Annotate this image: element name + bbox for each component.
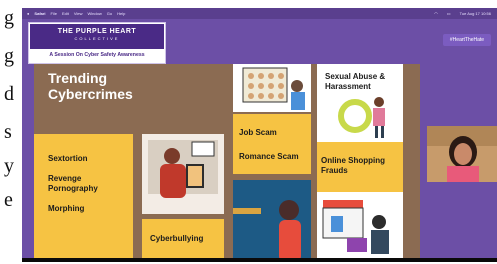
hashtag-badge: #HeartTheHate: [443, 34, 491, 46]
romance-illustration: [233, 180, 311, 262]
strip-char: d: [4, 83, 14, 105]
banner-title: THE PURPLE HEART: [57, 28, 137, 35]
banner-session-text: A Session On Cyber Safety Awareness: [30, 50, 164, 61]
bottom-bar: [22, 258, 497, 262]
menu-item[interactable]: Safari: [34, 11, 45, 16]
menu-item[interactable]: Go: [107, 11, 112, 16]
strip-char: s: [4, 121, 12, 143]
strip-char: g: [4, 45, 14, 67]
webcam-video[interactable]: [427, 126, 497, 182]
shopping-illustration: [317, 192, 403, 262]
banner-logo: THE PURPLE HEART COLLECTIVE: [30, 24, 164, 49]
card-text: Online Shopping Frauds: [321, 156, 385, 175]
screen: ● Safari File Edit View Window Go Help ◠…: [22, 8, 497, 262]
card-text: Revenge Pornography: [48, 174, 98, 193]
card-text: Sextortion: [48, 154, 88, 163]
card-sextortion: Sextortion Revenge Pornography Morphing: [34, 134, 133, 262]
card-text: Job Scam: [239, 128, 277, 137]
card-text: Sexual Abuse & Harassment: [325, 72, 386, 91]
menu-item[interactable]: Help: [117, 11, 125, 16]
slide: Trending Cybercrimes Sextortion Revenge …: [34, 64, 420, 262]
left-page-strip: g g d s y e: [0, 0, 22, 264]
card-text: Cyberbullying: [150, 234, 204, 243]
session-banner: THE PURPLE HEART COLLECTIVE A Session On…: [28, 22, 166, 64]
card-sexual-abuse: Sexual Abuse & Harassment: [317, 64, 403, 142]
banner-collective: COLLECTIVE: [74, 36, 120, 41]
card-text: Morphing: [48, 204, 85, 213]
card-job-romance-scam: Job Scam Romance Scam: [233, 114, 311, 174]
menu-item[interactable]: Edit: [62, 11, 69, 16]
strip-char: g: [4, 7, 14, 29]
phone-illustration: [142, 134, 224, 214]
menu-item[interactable]: View: [74, 11, 83, 16]
menubar: ● Safari File Edit View Window Go Help ◠…: [22, 8, 497, 19]
menu-item[interactable]: Window: [88, 11, 102, 16]
card-online-shopping: Online Shopping Frauds: [317, 142, 403, 192]
menubar-status: ◠ ▭ Tue Aug 17 10:56: [429, 8, 491, 19]
card-text: Romance Scam: [239, 152, 299, 161]
apple-icon[interactable]: ●: [27, 11, 29, 16]
battery-icon[interactable]: ▭: [447, 11, 451, 16]
card-cyberbullying: Cyberbullying: [142, 219, 224, 262]
job-scam-illustration: [233, 64, 311, 112]
menu-item[interactable]: File: [51, 11, 57, 16]
wifi-icon[interactable]: ◠: [434, 11, 438, 16]
strip-char: y: [4, 155, 14, 177]
menubar-clock[interactable]: Tue Aug 17 10:56: [460, 11, 491, 16]
strip-char: e: [4, 189, 13, 211]
slide-heading: Trending Cybercrimes: [48, 70, 133, 102]
